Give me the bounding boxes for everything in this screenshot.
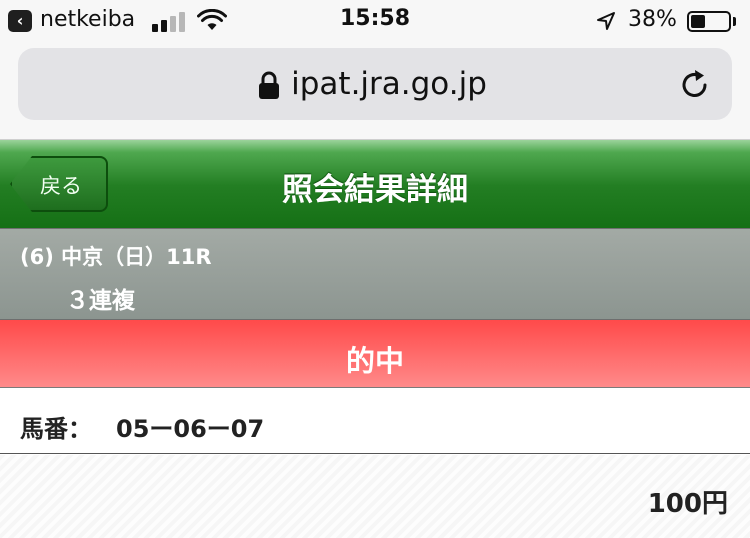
- page-title: 照会結果詳細: [282, 172, 468, 208]
- url-text[interactable]: ipat.jra.go.jp: [18, 66, 732, 102]
- race-info-band: (6) 中京（日）11R ３連複: [0, 228, 750, 320]
- horse-number-row: 馬番： 05ー06ー07: [0, 389, 750, 454]
- horse-numbers: 05ー06ー07: [116, 415, 265, 443]
- battery-icon: [687, 11, 731, 32]
- horse-number-label: 馬番：: [20, 415, 92, 443]
- reload-icon[interactable]: [678, 68, 712, 102]
- browser-toolbar: ipat.jra.go.jp: [0, 42, 750, 140]
- battery-percent: 38%: [628, 7, 677, 32]
- result-label: 的中: [345, 344, 404, 378]
- battery-fill: [691, 15, 705, 28]
- race-info: (6) 中京（日）11R: [20, 245, 212, 269]
- bet-amount: 100円: [647, 489, 728, 519]
- status-bar: ‹ netkeiba 15:58 38%: [0, 0, 750, 42]
- battery-tip: [733, 17, 736, 26]
- location-arrow-icon: [597, 12, 615, 30]
- bet-type: ３連複: [66, 288, 135, 314]
- address-bar[interactable]: ipat.jra.go.jp: [18, 48, 732, 120]
- amount-row: 100円: [0, 455, 750, 538]
- result-band: 的中: [0, 320, 750, 388]
